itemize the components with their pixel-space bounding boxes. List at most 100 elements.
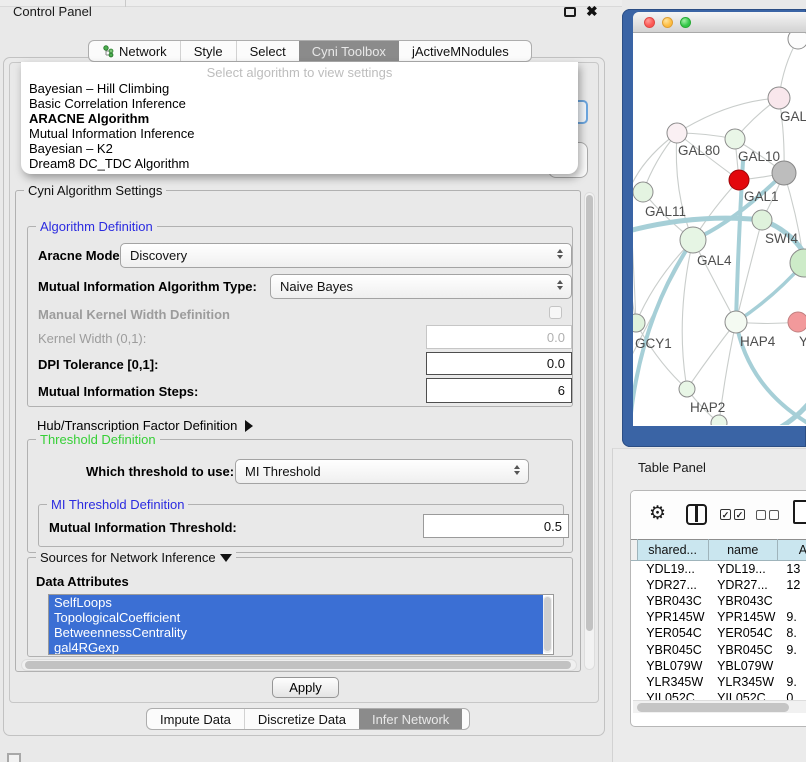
column-header-name[interactable]: name — [708, 540, 777, 561]
network-node-gal4[interactable] — [680, 227, 706, 253]
tab-label: Infer Network — [372, 712, 449, 727]
cell: YPR145W — [708, 609, 777, 625]
network-node[interactable] — [788, 33, 806, 49]
network-node-gal11[interactable] — [633, 182, 653, 202]
kernel-width-label: Kernel Width (0,1): — [38, 331, 146, 346]
tab-impute-data[interactable]: Impute Data — [147, 709, 244, 729]
cell — [777, 658, 806, 674]
deselect-all-icon[interactable] — [756, 510, 779, 520]
network-node[interactable] — [790, 249, 806, 277]
hub-definition-label: Hub/Transcription Factor Definition — [37, 418, 237, 433]
mi-threshold-field[interactable]: 0.5 — [423, 514, 569, 538]
settings-group-title: Cyni Algorithm Settings — [24, 183, 166, 198]
sources-group-title: Sources for Network Inference — [36, 550, 236, 565]
tab-cyni-toolbox[interactable]: Cyni Toolbox — [299, 41, 399, 61]
attribute-item-betweennesscentrality[interactable]: BetweennessCentrality — [49, 625, 543, 640]
table-row[interactable]: YBR045CYBR045C9. — [631, 641, 806, 657]
threshold-definition-group: Threshold Definition Which threshold to … — [27, 439, 573, 553]
cell: YDL19... — [637, 561, 708, 577]
mi-algorithm-type-select[interactable]: Naive Bayes — [270, 274, 572, 299]
tab-network[interactable]: Network — [89, 41, 180, 61]
table-row[interactable]: YBL079WYBL079W — [631, 658, 806, 674]
cell: YDR27... — [708, 577, 777, 593]
table-row[interactable]: YER054CYER054C8. — [631, 625, 806, 641]
table-row[interactable]: YPR145WYPR145W9. — [631, 609, 806, 625]
hub-definition-toggle[interactable]: Hub/Transcription Factor Definition — [37, 418, 253, 433]
sources-title-text: Sources for Network Inference — [40, 550, 216, 565]
close-traffic-light[interactable] — [644, 17, 655, 28]
settings-vertical-scrollbar[interactable] — [584, 192, 595, 670]
cell: 8. — [777, 625, 806, 641]
dpi-tolerance-label: DPI Tolerance [0,1]: — [38, 357, 158, 372]
split-columns-icon[interactable] — [686, 504, 707, 525]
table-row[interactable]: YLR345WYLR345W9. — [631, 674, 806, 690]
network-node-swi4[interactable] — [752, 210, 772, 230]
tab-select[interactable]: Select — [236, 41, 299, 61]
data-attributes-list[interactable]: SelfLoopsTopologicalCoefficientBetweenne… — [48, 594, 554, 655]
network-canvas[interactable]: GALGAL80GAL10GAL1GAL11SWI4GAL4GCY1HAP4YH… — [633, 33, 806, 425]
manual-kernel-checkbox[interactable] — [549, 306, 562, 319]
tab-style[interactable]: Style — [180, 41, 236, 61]
column-header-a[interactable]: A — [777, 540, 806, 561]
tab-infer-network[interactable]: Infer Network — [359, 709, 462, 729]
node-label-y: Y — [799, 334, 806, 349]
kernel-width-field[interactable]: 0.0 — [426, 325, 572, 349]
mi-steps-field[interactable]: 6 — [426, 378, 572, 403]
network-node[interactable] — [729, 170, 749, 190]
minimized-panel-icon[interactable] — [7, 753, 21, 762]
cyni-algorithm-settings-group: Cyni Algorithm Settings Algorithm Defini… — [15, 190, 581, 672]
close-icon[interactable]: ✖ — [586, 2, 598, 20]
which-threshold-select[interactable]: MI Threshold — [235, 459, 529, 484]
table-horizontal-scrollbar[interactable] — [633, 700, 806, 713]
zoom-traffic-light[interactable] — [680, 17, 691, 28]
node-table: shared...nameAYDL19...YDL19...13YDR27...… — [631, 539, 806, 706]
network-node-gal1[interactable] — [772, 161, 796, 185]
table-row[interactable]: YBR043CYBR043C — [631, 593, 806, 609]
network-node-hap2[interactable] — [679, 381, 695, 397]
network-node-gal[interactable] — [768, 87, 790, 109]
menu-item-aracne-algorithm[interactable]: ARACNE Algorithm — [21, 111, 578, 126]
column-header-shared-[interactable]: shared... — [637, 540, 708, 561]
attribute-item-selfloops[interactable]: SelfLoops — [49, 595, 543, 610]
apply-button[interactable]: Apply — [272, 677, 339, 698]
settings-horizontal-scrollbar[interactable] — [21, 659, 577, 671]
minimize-traffic-light[interactable] — [662, 17, 673, 28]
select-all-icon[interactable]: ✓✓ — [720, 509, 745, 520]
network-node-gcy1[interactable] — [633, 314, 645, 332]
network-node-hap4[interactable] — [725, 311, 747, 333]
attribute-item-gal4rgexp[interactable]: gal4RGexp — [49, 640, 543, 655]
cell: YBR045C — [637, 641, 708, 657]
float-window-icon[interactable] — [564, 7, 576, 17]
control-panel-titlebar: Control Panel ✖ — [0, 0, 612, 24]
network-window-frame[interactable]: GALGAL80GAL10GAL1GAL11SWI4GAL4GCY1HAP4YH… — [622, 9, 806, 447]
node-label-gcy1: GCY1 — [635, 336, 672, 351]
attribute-item-topologicalcoefficient[interactable]: TopologicalCoefficient — [49, 610, 543, 625]
table-row[interactable]: YDR27...YDR27...12 — [631, 577, 806, 593]
node-label-hap4: HAP4 — [740, 334, 776, 349]
tab-label: Impute Data — [160, 712, 231, 727]
network-node-gal10[interactable] — [725, 129, 745, 149]
tab-jactivemnodules[interactable]: jActiveMNodules — [399, 41, 522, 61]
aracne-mode-select[interactable]: Discovery — [120, 243, 572, 268]
menu-item-mutual-information-inference[interactable]: Mutual Information Inference — [21, 126, 578, 141]
list-vertical-scrollbar[interactable] — [543, 596, 552, 653]
tab-discretize-data[interactable]: Discretize Data — [244, 709, 359, 729]
network-node-y[interactable] — [788, 312, 806, 332]
menu-item-bayesian-hill-climbing[interactable]: Bayesian – Hill Climbing — [21, 81, 578, 96]
menu-item-basic-correlation-inference[interactable]: Basic Correlation Inference — [21, 96, 578, 111]
mi-threshold-definition-group: MI Threshold Definition Mutual Informati… — [38, 504, 564, 547]
document-icon[interactable] — [793, 500, 806, 524]
menu-item-dream8-dc-tdc-algorithm[interactable]: Dream8 DC_TDC Algorithm — [21, 156, 578, 171]
collapse-down-icon[interactable] — [220, 554, 232, 562]
dpi-tolerance-field[interactable]: 0.0 — [426, 352, 572, 375]
table-row[interactable]: YDL19...YDL19...13 — [631, 561, 806, 577]
algorithm-menu: Bayesian – Hill ClimbingBasic Correlatio… — [21, 81, 578, 171]
network-window-titlebar[interactable] — [633, 12, 806, 33]
network-node-gal80[interactable] — [667, 123, 687, 143]
algorithm-definition-title: Algorithm Definition — [36, 219, 157, 234]
cell: YDR27... — [637, 577, 708, 593]
menu-item-bayesian-k2[interactable]: Bayesian – K2 — [21, 141, 578, 156]
gear-icon[interactable]: ⚙ — [649, 503, 666, 525]
which-threshold-value: MI Threshold — [245, 464, 321, 479]
network-node[interactable] — [711, 415, 727, 425]
